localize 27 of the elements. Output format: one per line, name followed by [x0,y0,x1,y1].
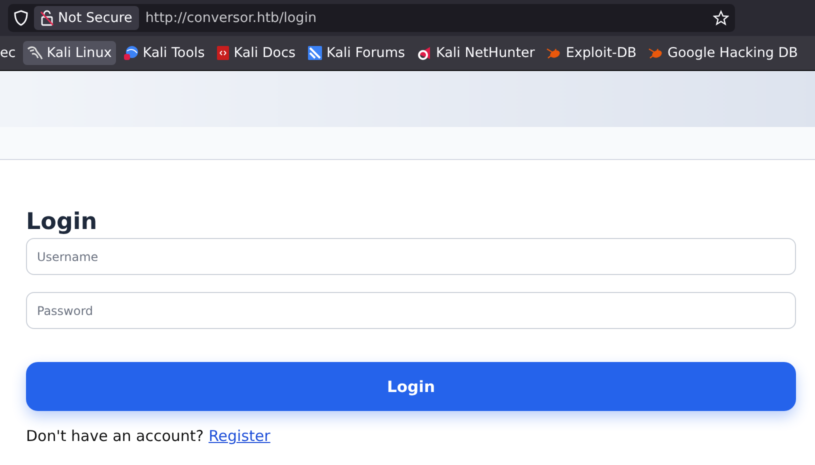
url-field[interactable]: http://conversor.htb/login [145,10,707,26]
not-secure-badge[interactable]: Not Secure [34,6,140,30]
bug-icon [648,46,664,60]
register-prompt: Don't have an account? Register [26,427,272,445]
address-bar[interactable]: Not Secure http://conversor.htb/login [8,4,735,32]
bookmark[interactable]: Kali Tools [118,41,209,65]
star-icon[interactable] [713,10,729,26]
bookmark[interactable]: Kali NetHunter [412,41,539,65]
login-button[interactable]: Login [26,362,796,411]
nethunter-icon [416,45,432,61]
dragon-icon [26,45,43,61]
shield-icon [14,10,28,26]
bookmark[interactable]: Kali Forums [302,41,410,65]
bookmark[interactable]: Exploit-DB [542,41,641,65]
bookmark[interactable]: ec [0,41,20,65]
book-icon [216,45,230,61]
forum-icon [306,45,323,61]
unlocked-icon [40,10,54,26]
register-link[interactable]: Register [208,427,270,445]
bookmark[interactable]: Google Hacking DB [644,41,802,65]
bookmark[interactable]: Kali Linux [22,41,116,65]
bookmark[interactable]: Kali Docs [212,41,300,65]
login-heading: Login [26,208,98,236]
input-field[interactable]: Username [26,238,796,275]
globe-icon [122,45,139,61]
bug-icon [546,46,562,60]
input-field[interactable]: Password [26,292,796,329]
